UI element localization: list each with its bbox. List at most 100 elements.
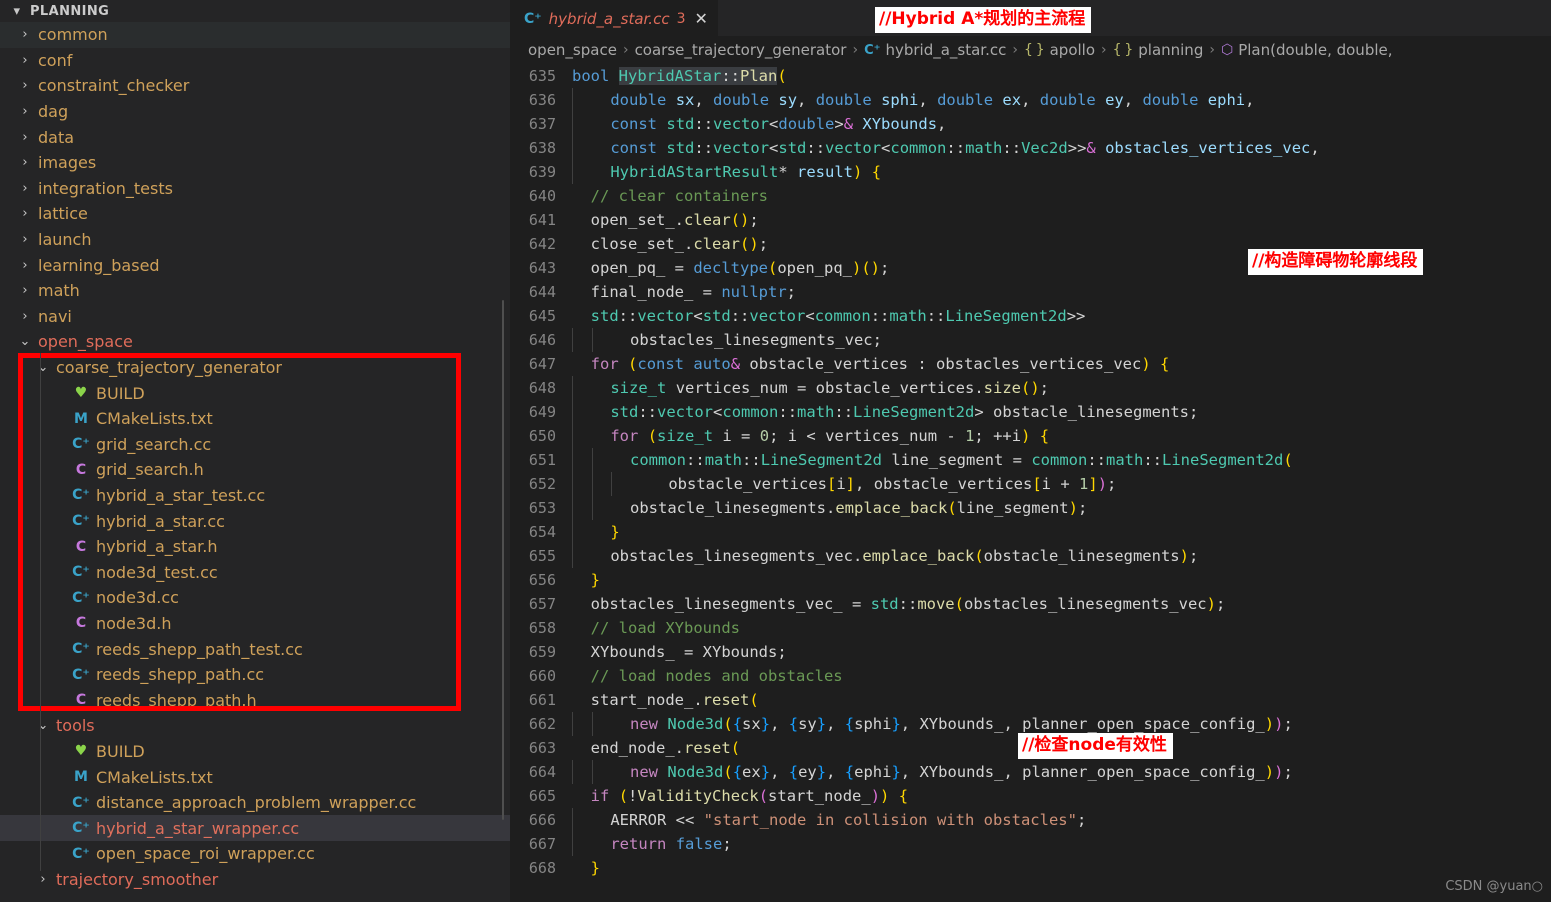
tree-folder-images[interactable]: › images xyxy=(0,150,510,176)
code-token: . xyxy=(674,739,685,757)
tree-folder-lattice[interactable]: › lattice xyxy=(0,201,510,227)
tree-folder-trajectory-smoother[interactable]: › trajectory_smoother xyxy=(0,867,510,893)
tree-folder-navi[interactable]: › navi xyxy=(0,304,510,330)
code-token: obstacles_linesegments_vec xyxy=(630,331,873,349)
line-number: 649 xyxy=(528,403,556,421)
tree-folder-constraint-checker[interactable]: › constraint_checker xyxy=(0,73,510,99)
line-number: 635 xyxy=(528,67,556,85)
code-token: ey xyxy=(1105,91,1124,109)
sidebar-scrollbar[interactable] xyxy=(502,300,504,820)
tree-file-reeds-shepp-path-test-cc[interactable]: C⁺ reeds_shepp_path_test.cc xyxy=(0,636,510,662)
code-token: common xyxy=(814,307,871,325)
tree-file-node3d-test-cc[interactable]: C⁺ node3d_test.cc xyxy=(0,559,510,585)
tree-file-hybrid-a-star-cc[interactable]: C⁺ hybrid_a_star.cc xyxy=(0,508,510,534)
tree-file-reeds-shepp-path-h[interactable]: Creeds_shepp_path.h xyxy=(0,687,510,713)
tree-file-hybrid-a-star-test-cc[interactable]: C⁺ hybrid_a_star_test.cc xyxy=(0,483,510,509)
breadcrumb-item-apollo[interactable]: { } apollo xyxy=(1024,41,1095,59)
code-token: . xyxy=(674,211,685,229)
code-indent-guide xyxy=(591,328,593,352)
breadcrumb-item-open-space[interactable]: open_space xyxy=(528,41,617,59)
code-line: 647 for (const auto& obstacle_vertices :… xyxy=(510,352,1551,376)
tree-file-grid-search-cc[interactable]: C⁺ grid_search.cc xyxy=(0,432,510,458)
code-editor[interactable]: 635 bool HybridAStar::Plan(636 double sx,… xyxy=(510,64,1551,902)
tree-file-hybrid-a-star-wrapper-cc[interactable]: C⁺ hybrid_a_star_wrapper.cc xyxy=(0,815,510,841)
code-token: ( xyxy=(647,427,658,445)
tree-item-label: images xyxy=(38,153,97,173)
code-text: new Node3d({sx}, {sy}, {sphi}, XYbounds_… xyxy=(572,712,1293,736)
tree-folder-math[interactable]: › math xyxy=(0,278,510,304)
line-number: 639 xyxy=(528,163,556,181)
chevron-down-icon: ⌄ xyxy=(19,334,31,350)
tree-folder-open-space[interactable]: ⌄ open_space xyxy=(0,329,510,355)
tree-folder-tools[interactable]: ⌄ tools xyxy=(0,713,510,739)
tree-file-cmakelists-txt[interactable]: M CMakeLists.txt xyxy=(0,406,510,432)
code-token: std xyxy=(870,595,899,613)
code-token: { xyxy=(732,763,743,781)
code-token: obstacles_vertices_vec xyxy=(1105,139,1311,157)
code-token: common xyxy=(890,139,947,157)
code-token: XYbounds xyxy=(702,643,778,661)
tree-file-cmakelists-txt[interactable]: M CMakeLists.txt xyxy=(0,764,510,790)
code-indent-guide xyxy=(572,544,573,568)
line-number: 637 xyxy=(528,115,556,133)
tree-file-build[interactable]: ♥ BUILD xyxy=(0,380,510,406)
code-token: , xyxy=(1245,91,1255,109)
tree-folder-conf[interactable]: › conf xyxy=(0,48,510,74)
code-token: < xyxy=(797,427,826,445)
tree-item-label: CMakeLists.txt xyxy=(96,767,213,787)
code-token: new xyxy=(630,763,659,781)
tree-file-node3d-cc[interactable]: C⁺ node3d.cc xyxy=(0,585,510,611)
code-text: open_set_.clear(); xyxy=(572,208,759,232)
watermark: CSDN @yuan○ xyxy=(1445,879,1543,894)
cpp-source-icon: C⁺ xyxy=(72,666,90,683)
tree-file-distance-approach-problem-wrapper-cc[interactable]: C⁺ distance_approach_problem_wrapper.cc xyxy=(0,790,510,816)
tree-file-build[interactable]: ♥ BUILD xyxy=(0,739,510,765)
tree-folder-common[interactable]: › common xyxy=(0,22,510,48)
breadcrumb-item-hybrid-a-star-cc[interactable]: C⁺ hybrid_a_star.cc xyxy=(864,41,1006,59)
code-token: common xyxy=(722,403,779,421)
tree-folder-dag[interactable]: › dag xyxy=(0,99,510,125)
tree-item-label: integration_tests xyxy=(38,178,173,198)
code-token: > xyxy=(974,403,994,421)
namespace-icon: { } xyxy=(1023,42,1045,58)
line-number: 658 xyxy=(528,619,556,637)
tree-file-hybrid-a-star-h[interactable]: Chybrid_a_star.h xyxy=(0,534,510,560)
code-token: ; xyxy=(777,643,787,661)
tree-folder-learning-based[interactable]: › learning_based xyxy=(0,252,510,278)
tree-folder-integration-tests[interactable]: › integration_tests xyxy=(0,176,510,202)
code-token: ; xyxy=(786,283,796,301)
code-token: :: xyxy=(730,307,750,325)
line-number: 636 xyxy=(528,91,556,109)
breadcrumb-item-coarse-trajectory-generator[interactable]: coarse_trajectory_generator xyxy=(635,41,847,59)
code-token: sy xyxy=(798,715,817,733)
tree-file-node3d-h[interactable]: Cnode3d.h xyxy=(0,611,510,637)
tree-folder-launch[interactable]: › launch xyxy=(0,227,510,253)
breadcrumb-item-planning[interactable]: { } planning xyxy=(1113,41,1204,59)
tree-item-label: launch xyxy=(38,230,92,250)
line-number: 638 xyxy=(528,139,556,157)
code-token: = xyxy=(1003,451,1032,469)
tree-file-open-space-roi-wrapper-cc[interactable]: C⁺ open_space_roi_wrapper.cc xyxy=(0,841,510,867)
code-token: { xyxy=(788,763,799,781)
close-icon[interactable]: ✕ xyxy=(695,10,708,27)
tree-item-label: hybrid_a_star.h xyxy=(96,537,218,557)
tree-item-label: conf xyxy=(38,50,73,70)
code-token: ( xyxy=(730,739,741,757)
code-line: 659 XYbounds_ = XYbounds; xyxy=(510,640,1551,664)
tree-folder-coarse-trajectory-generator[interactable]: ⌄ coarse_trajectory_generator xyxy=(0,355,510,381)
tree-folder-data[interactable]: › data xyxy=(0,124,510,150)
line-number: 641 xyxy=(528,211,556,229)
breadcrumb-item-plan-double-double[interactable]: ⬡ Plan(double, double, xyxy=(1221,41,1393,59)
code-token: obstacles_vertices_vec xyxy=(936,355,1142,373)
code-token: = xyxy=(693,283,722,301)
tree-file-reeds-shepp-path-cc[interactable]: C⁺ reeds_shepp_path.cc xyxy=(0,662,510,688)
editor-tab-hybrid-a-star-cc[interactable]: C⁺ hybrid_a_star.cc 3 ✕ xyxy=(510,0,718,36)
explorer-section-header[interactable]: ▾ PLANNING xyxy=(0,0,510,22)
tree-file-grid-search-h[interactable]: Cgrid_search.h xyxy=(0,457,510,483)
tree-item-label: node3d_test.cc xyxy=(96,562,218,582)
build-icon: ♥ xyxy=(74,743,88,760)
code-token: double xyxy=(815,91,872,109)
